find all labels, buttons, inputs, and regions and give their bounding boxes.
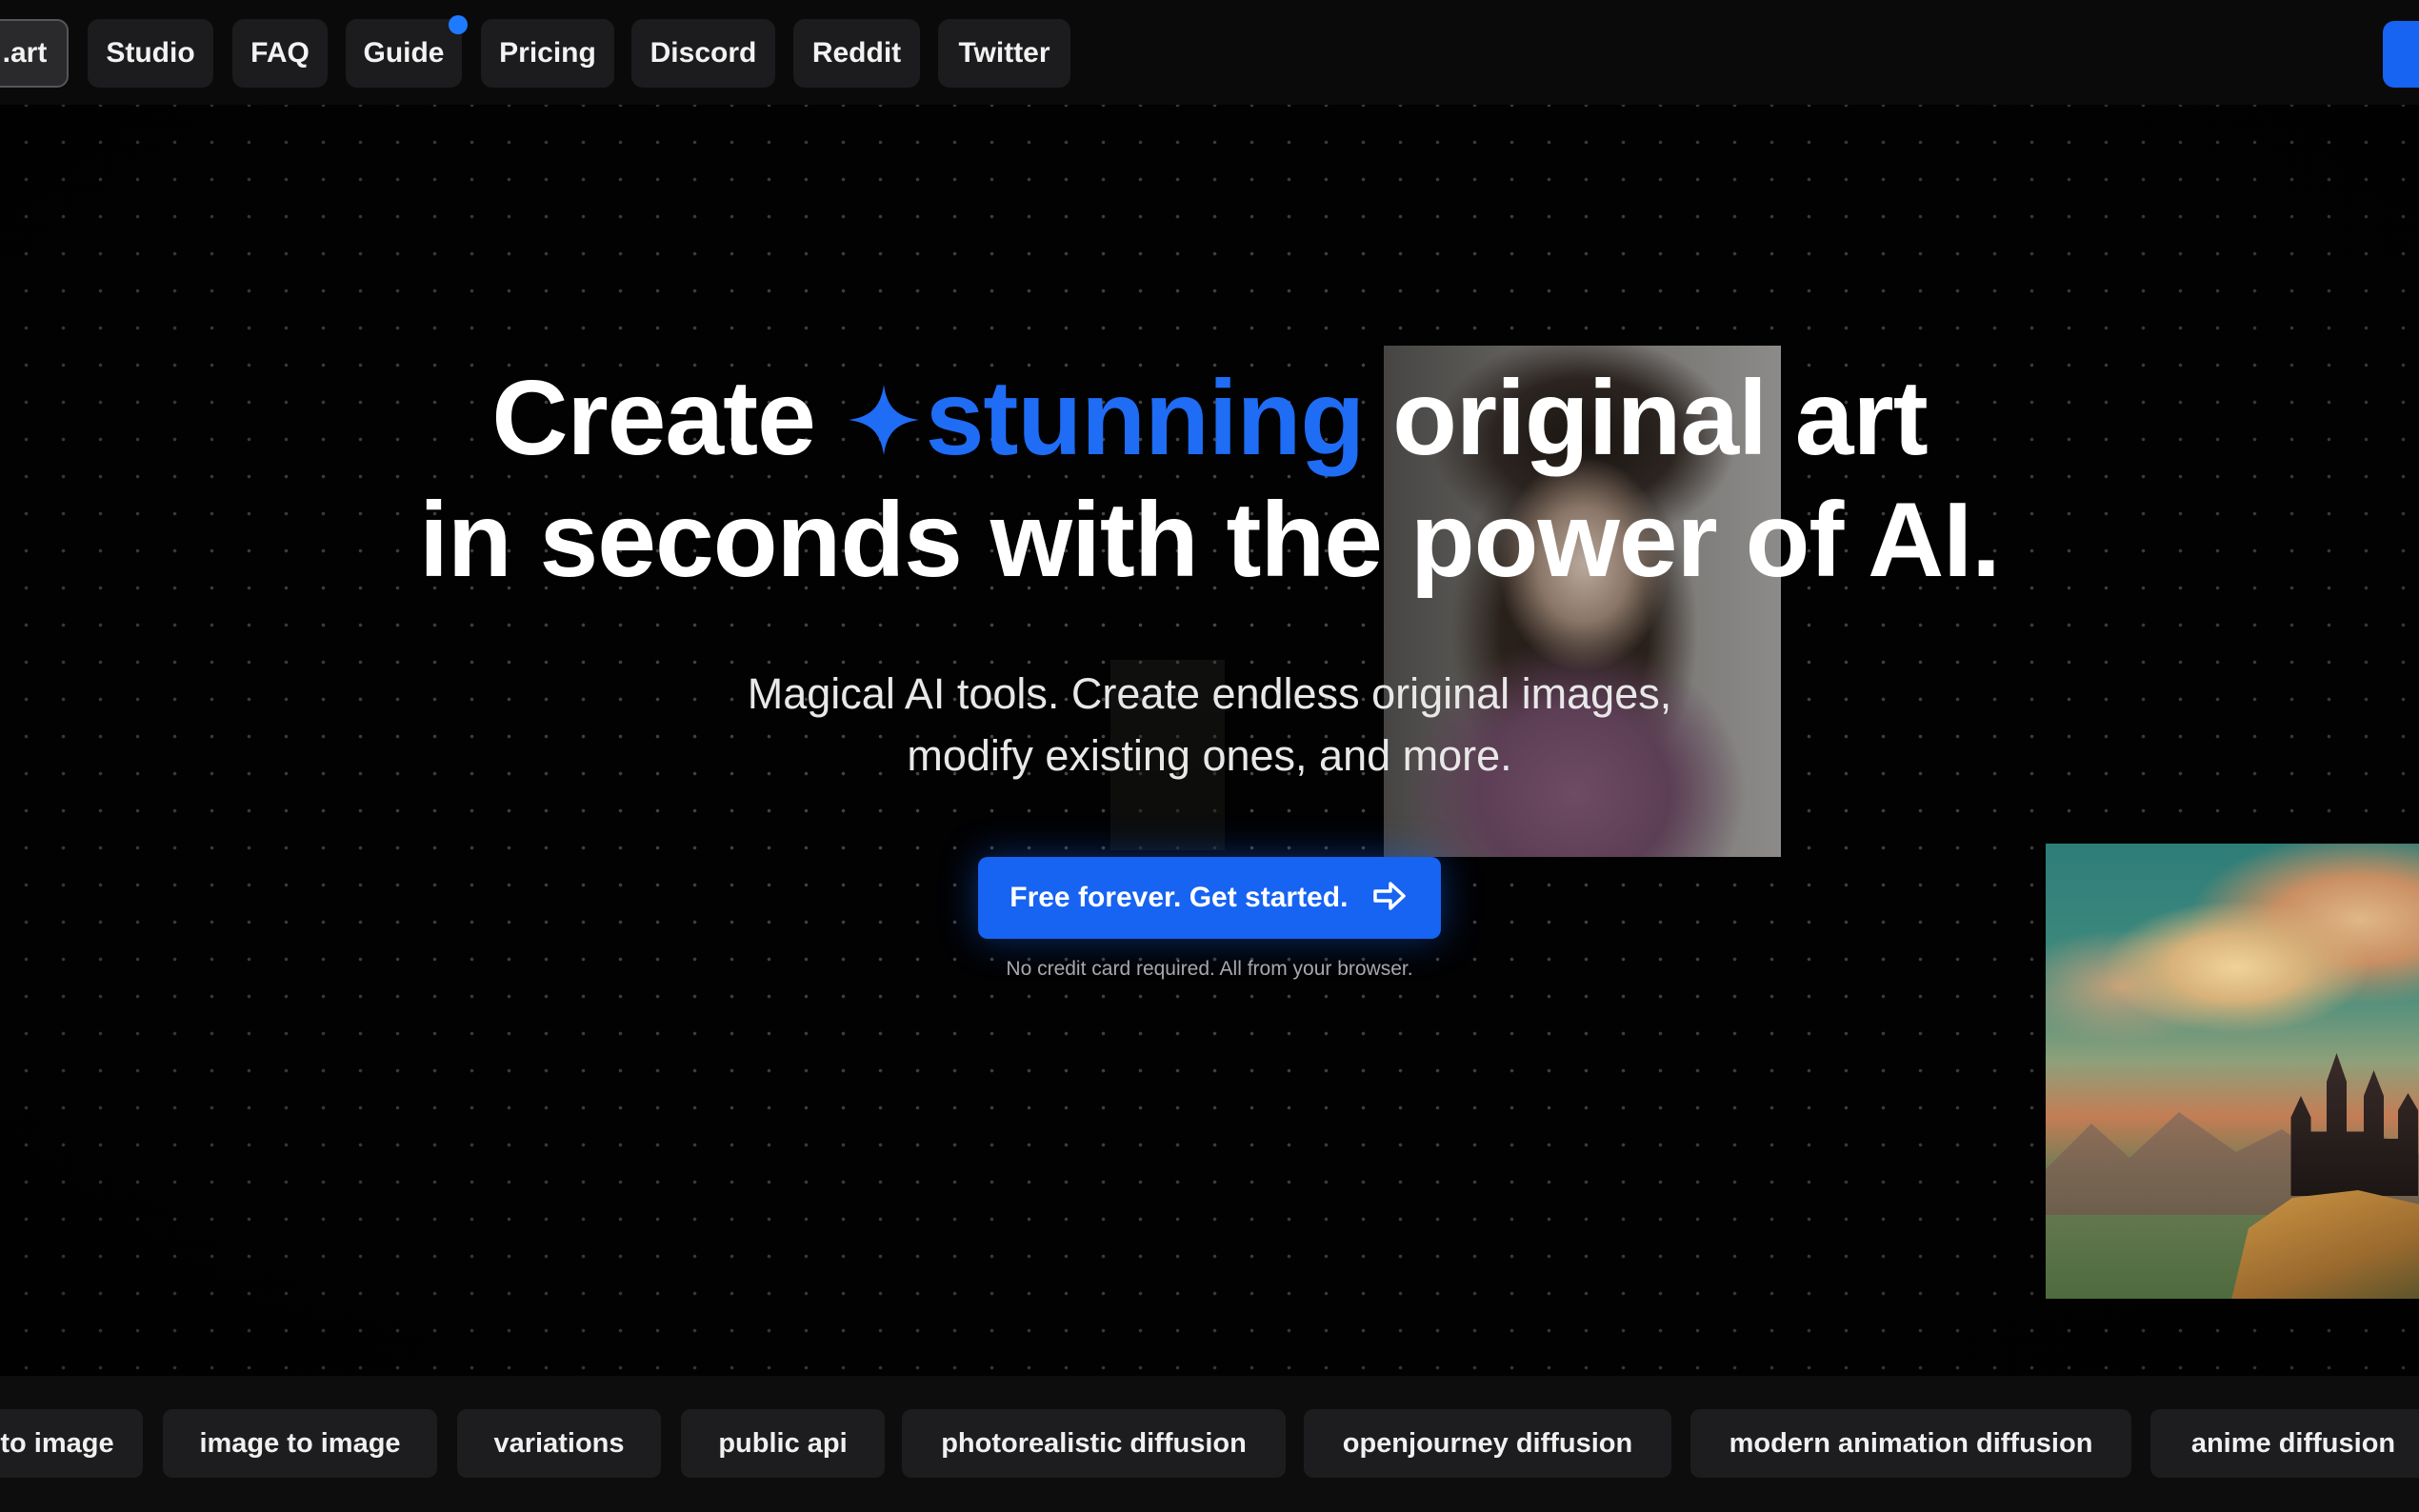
- nav-item-reddit[interactable]: Reddit: [793, 19, 920, 88]
- nav-item-pricing[interactable]: Pricing: [481, 19, 614, 88]
- nav-item-discord[interactable]: Discord: [631, 19, 775, 88]
- arrow-right-icon: [1369, 866, 1409, 910]
- sparkle-icon: [844, 363, 924, 455]
- nav-home-logo[interactable]: .art: [0, 19, 69, 88]
- hero-subtitle-line1: Magical AI tools. Create endless origina…: [747, 669, 1672, 718]
- no-credit-card-note: No credit card required. All from your b…: [1006, 958, 1413, 980]
- tag-anime-diffusion[interactable]: anime diffusion: [2150, 1409, 2419, 1478]
- tag-photorealistic-diffusion[interactable]: photorealistic diffusion: [902, 1409, 1286, 1478]
- hero-headline-line2: in seconds with the power of AI.: [419, 481, 2001, 599]
- top-cta-button[interactable]: [2383, 21, 2419, 88]
- landscape-castle: [2290, 1053, 2418, 1196]
- tag-text-to-image[interactable]: to image: [0, 1409, 143, 1478]
- nav-item-guide[interactable]: Guide: [346, 19, 462, 88]
- tag-variations[interactable]: variations: [457, 1409, 661, 1478]
- hero-headline-line1: Create stunning original art: [0, 357, 2419, 479]
- get-started-button[interactable]: Free forever. Get started.: [978, 857, 1441, 939]
- arrow-right-icon-svg: [1373, 882, 1406, 910]
- guide-notification-badge: [449, 15, 468, 34]
- nav-item-studio[interactable]: Studio: [88, 19, 213, 88]
- tag-openjourney-diffusion[interactable]: openjourney diffusion: [1304, 1409, 1671, 1478]
- tag-image-to-image[interactable]: image to image: [163, 1409, 437, 1478]
- nav-item-twitter[interactable]: Twitter: [938, 19, 1070, 88]
- sparkle-icon-svg: [848, 385, 919, 455]
- tag-public-api[interactable]: public api: [681, 1409, 885, 1478]
- get-started-label: Free forever. Get started.: [1010, 882, 1349, 913]
- headline-original-art: original art: [1392, 359, 1929, 477]
- headline-accent-word: stunning: [925, 359, 1366, 477]
- feature-tags-bar: to image image to image variations publi…: [0, 1376, 2419, 1512]
- top-nav: .art Studio FAQ Guide Pricing Discord Re…: [0, 0, 2419, 105]
- headline-create: Create: [491, 359, 816, 477]
- fantasy-landscape-image: [2046, 844, 2419, 1299]
- tag-modern-animation-diffusion[interactable]: modern animation diffusion: [1690, 1409, 2131, 1478]
- hero-subtitle-line2: modify existing ones, and more.: [907, 731, 1512, 780]
- landing-page: .art Studio FAQ Guide Pricing Discord Re…: [0, 0, 2419, 1512]
- nav-item-faq[interactable]: FAQ: [232, 19, 328, 88]
